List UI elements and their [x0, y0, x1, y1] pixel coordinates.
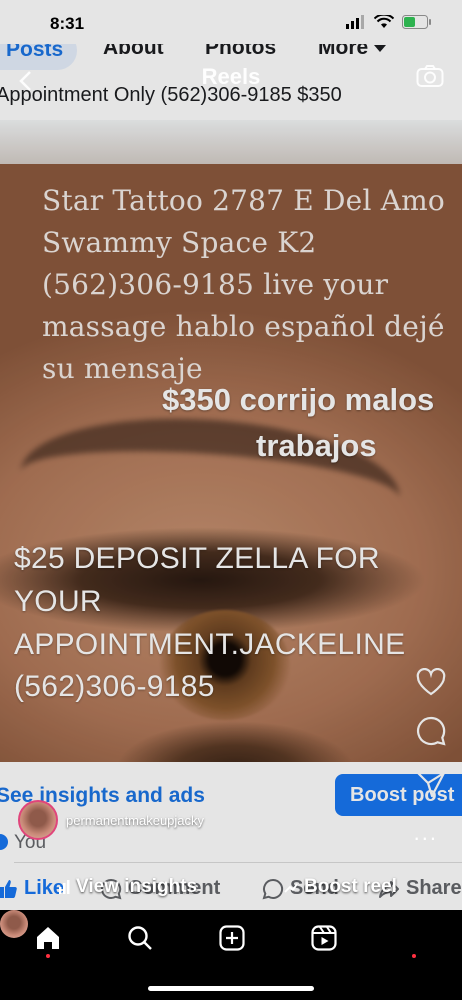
image-highlight	[0, 120, 462, 164]
image-deposit-line: (562)306-9185	[14, 670, 215, 703]
notification-dot	[46, 954, 50, 958]
caret-down-icon	[374, 44, 387, 52]
image-text-line: (562)306-9185 live your	[42, 268, 389, 301]
facebook-page: 8:31 Posts About Photos More Appointment…	[0, 0, 462, 1000]
insights-icon	[59, 880, 70, 894]
wifi-icon	[374, 15, 394, 28]
image-text-line: massage hablo español dejé	[42, 310, 445, 343]
boost-reel-button[interactable]: Boost reel	[284, 876, 397, 898]
image-text-line: su mensaje	[42, 352, 203, 385]
image-deposit-line: APPOINTMENT.JACKELINE	[14, 628, 406, 661]
post-image[interactable]: Star Tattoo 2787 E Del Amo Swammy Space …	[0, 120, 462, 762]
avatar[interactable]	[18, 800, 58, 840]
image-price-line: $350 corrijo malos	[162, 382, 435, 417]
image-text-line: Swammy Space K2	[42, 226, 317, 259]
reels-icon[interactable]	[310, 924, 338, 952]
reel-action-bar: View insights Boost reel	[0, 870, 462, 906]
image-deposit-line: YOUR	[14, 585, 102, 618]
view-insights-button[interactable]: View insights	[58, 876, 197, 898]
reel-author[interactable]: permanentmakeupjacky	[18, 800, 204, 840]
post-caption: Appointment Only (562)306-9185 $350	[0, 84, 342, 106]
divider	[14, 862, 462, 863]
search-icon[interactable]	[126, 924, 154, 952]
more-options-icon[interactable]: ...	[414, 820, 438, 846]
bottom-tab-bar	[0, 910, 462, 1000]
comment-icon[interactable]	[416, 716, 446, 746]
reel-username[interactable]: permanentmakeupjacky	[66, 813, 204, 828]
battery-icon	[402, 15, 431, 29]
status-bar: 8:31	[0, 0, 462, 44]
boost-icon	[284, 883, 298, 893]
heart-icon[interactable]	[416, 668, 446, 696]
home-icon[interactable]	[34, 924, 62, 952]
status-time: 8:31	[50, 14, 85, 33]
status-icons	[346, 15, 432, 29]
image-text-line: Star Tattoo 2787 E Del Amo	[42, 184, 445, 217]
send-icon[interactable]	[416, 770, 446, 798]
view-insights-label: View insights	[76, 876, 198, 897]
signal-icon	[346, 15, 364, 29]
boost-reel-label: Boost reel	[304, 876, 397, 897]
notification-dot	[412, 954, 416, 958]
profile-avatar[interactable]	[0, 910, 28, 938]
image-price-line: trabajos	[256, 428, 377, 463]
home-indicator	[148, 986, 314, 991]
like-reaction-icon	[0, 834, 8, 850]
image-deposit-line: $25 DEPOSIT ZELLA FOR	[14, 542, 380, 575]
create-icon[interactable]	[218, 924, 246, 952]
